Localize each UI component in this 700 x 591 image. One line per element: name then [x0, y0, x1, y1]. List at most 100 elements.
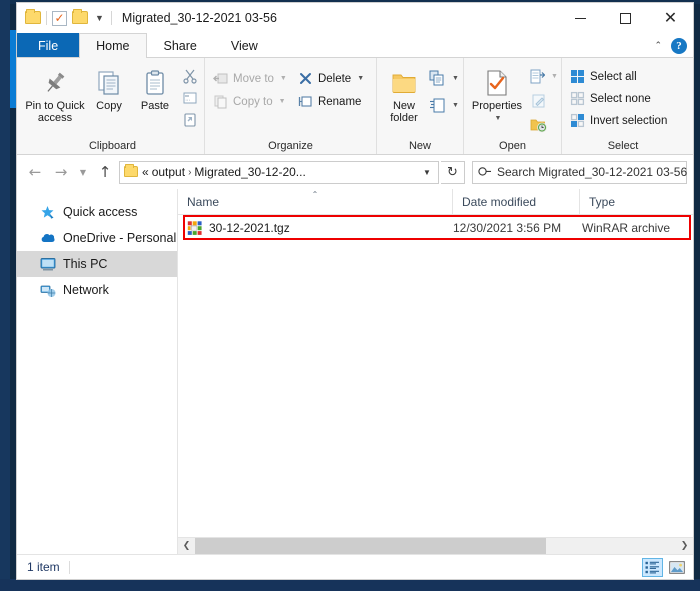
- ribbon-group-new: New folder ▼ ▼ New: [377, 58, 464, 154]
- select-none-button[interactable]: Select none: [565, 88, 671, 109]
- table-row[interactable]: 30-12-2021.tgz 12/30/2021 3:56 PM WinRAR…: [178, 217, 693, 239]
- scrollbar-thumb[interactable]: [195, 538, 547, 554]
- cut-button[interactable]: [179, 65, 200, 86]
- main-content: Quick access OneDrive - Personal This PC…: [17, 189, 693, 554]
- horizontal-scrollbar[interactable]: ❮ ❯: [178, 537, 693, 554]
- star-pin-icon: [39, 204, 56, 221]
- select-all-button[interactable]: Select all: [565, 66, 671, 87]
- paste-label: Paste: [140, 100, 170, 112]
- invert-selection-button[interactable]: Invert selection: [565, 110, 671, 131]
- copy-path-button[interactable]: ...: [179, 87, 200, 108]
- open-caret-icon[interactable]: ▼: [551, 73, 558, 80]
- address-dropdown-icon[interactable]: ▼: [418, 168, 436, 177]
- maximize-button[interactable]: [603, 3, 648, 33]
- ribbon-tab-right-controls: ⌃ ?: [654, 33, 687, 58]
- quick-access-toolbar[interactable]: ✓ ▼: [17, 3, 112, 33]
- column-header-name[interactable]: ⌃ Name: [178, 189, 453, 214]
- rename-button[interactable]: Rename: [293, 91, 373, 112]
- breadcrumb-item-output[interactable]: output: [152, 165, 185, 179]
- copy-button[interactable]: Copy: [87, 62, 131, 112]
- copy-to-button[interactable]: Copy to ▼: [208, 91, 292, 112]
- organize-col-2: Delete ▼ Rename: [293, 65, 373, 112]
- breadcrumb-prefix[interactable]: «: [142, 165, 149, 179]
- column-label-name: Name: [187, 194, 220, 209]
- close-button[interactable]: ✕: [648, 3, 693, 33]
- file-rows: 30-12-2021.tgz 12/30/2021 3:56 PM WinRAR…: [178, 215, 693, 537]
- backdrop-left-strip: [0, 0, 10, 591]
- clipboard-group-label: Clipboard: [88, 140, 137, 152]
- status-divider: [68, 560, 70, 574]
- paste-button[interactable]: Paste: [132, 62, 178, 112]
- invert-selection-label: Invert selection: [590, 114, 668, 127]
- ribbon-group-clipboard: Pin to Quick access Copy Paste ... Clipb…: [21, 58, 205, 154]
- minimize-button[interactable]: [558, 3, 603, 33]
- address-bar[interactable]: « output › Migrated_30-12-20... ▼: [119, 160, 439, 184]
- breadcrumb-item-current[interactable]: Migrated_30-12-20...: [194, 165, 305, 179]
- tab-file[interactable]: File: [17, 33, 80, 57]
- new-folder-icon[interactable]: [72, 9, 88, 25]
- scrollbar-track[interactable]: [195, 538, 676, 554]
- cell-type: WinRAR archive: [582, 221, 671, 235]
- select-all-icon: [569, 68, 586, 85]
- search-box[interactable]: Search Migrated_30-12-2021 03-56: [472, 160, 687, 184]
- delete-caret-icon[interactable]: ▼: [357, 75, 364, 82]
- toolbar-divider-2: [110, 11, 112, 25]
- large-icons-view-button[interactable]: [666, 558, 687, 577]
- breadcrumb-separator[interactable]: ›: [188, 167, 191, 178]
- breadcrumb[interactable]: « output › Migrated_30-12-20...: [142, 165, 414, 179]
- tab-view[interactable]: View: [214, 33, 275, 57]
- recent-locations-button[interactable]: ▼: [75, 160, 91, 184]
- cell-name: 30-12-2021.tgz: [178, 220, 453, 236]
- copy-path-icon: ...: [183, 92, 196, 103]
- column-header-type[interactable]: Type: [580, 189, 693, 214]
- new-item-button[interactable]: ▼: [429, 68, 459, 89]
- properties-caret-icon[interactable]: ▼: [495, 113, 502, 125]
- forward-button[interactable]: →: [49, 160, 73, 184]
- sidebar-label-network: Network: [63, 283, 109, 297]
- properties-icon[interactable]: ✓: [52, 10, 67, 26]
- move-to-button[interactable]: Move to ▼: [208, 68, 292, 89]
- large-icons-view-icon: [668, 561, 685, 574]
- cloud-icon: [39, 230, 56, 247]
- new-item-caret-icon[interactable]: ▼: [452, 75, 459, 82]
- properties-button[interactable]: Properties ▼: [467, 62, 527, 125]
- chevron-up-icon[interactable]: ⌃: [654, 40, 662, 51]
- column-label-date: Date modified: [462, 194, 537, 209]
- monitor-icon: [39, 256, 56, 273]
- winrar-archive-icon: [187, 220, 203, 236]
- ribbon-group-select: Select all Select none Invert selection …: [562, 58, 684, 154]
- back-button[interactable]: ←: [23, 160, 47, 184]
- help-icon[interactable]: ?: [671, 37, 687, 54]
- file-list-pane: ⌃ Name Date modified Type 30-12-2021.tgz…: [178, 189, 693, 554]
- tab-share[interactable]: Share: [147, 33, 214, 57]
- search-input[interactable]: Search Migrated_30-12-2021 03-56: [497, 165, 687, 179]
- sidebar-item-quick-access[interactable]: Quick access: [17, 199, 177, 225]
- up-button[interactable]: ↑: [93, 160, 117, 184]
- history-button[interactable]: [528, 114, 549, 135]
- folder-icon[interactable]: [25, 9, 41, 25]
- scroll-left-button[interactable]: ❮: [178, 538, 195, 554]
- easy-access-button[interactable]: ▼: [429, 95, 459, 116]
- edit-button[interactable]: [528, 90, 549, 111]
- paste-shortcut-button[interactable]: [179, 109, 200, 130]
- sidebar-item-onedrive[interactable]: OneDrive - Personal: [17, 225, 177, 251]
- select-all-label: Select all: [590, 70, 637, 83]
- column-header-date-modified[interactable]: Date modified: [453, 189, 580, 214]
- new-folder-button[interactable]: New folder: [380, 62, 428, 124]
- pin-label-line1: Pin to Quick: [25, 100, 85, 112]
- scroll-right-button[interactable]: ❯: [676, 538, 693, 554]
- details-view-button[interactable]: [642, 558, 663, 577]
- delete-button[interactable]: Delete ▼: [293, 68, 373, 89]
- refresh-button[interactable]: ↻: [441, 160, 465, 184]
- sidebar-item-network[interactable]: Network: [17, 277, 177, 303]
- pin-to-quick-access-button[interactable]: Pin to Quick access: [24, 62, 86, 124]
- tab-home[interactable]: Home: [79, 33, 147, 58]
- sidebar-item-this-pc[interactable]: This PC: [17, 251, 177, 277]
- customize-dropdown-icon[interactable]: ▼: [93, 13, 106, 23]
- copy-to-caret-icon[interactable]: ▼: [279, 98, 286, 105]
- easy-access-caret-icon[interactable]: ▼: [452, 102, 459, 109]
- svg-text:...: ...: [185, 96, 190, 102]
- move-to-caret-icon[interactable]: ▼: [280, 75, 287, 82]
- status-bar: 1 item: [17, 554, 693, 579]
- open-button[interactable]: ▼: [528, 66, 558, 87]
